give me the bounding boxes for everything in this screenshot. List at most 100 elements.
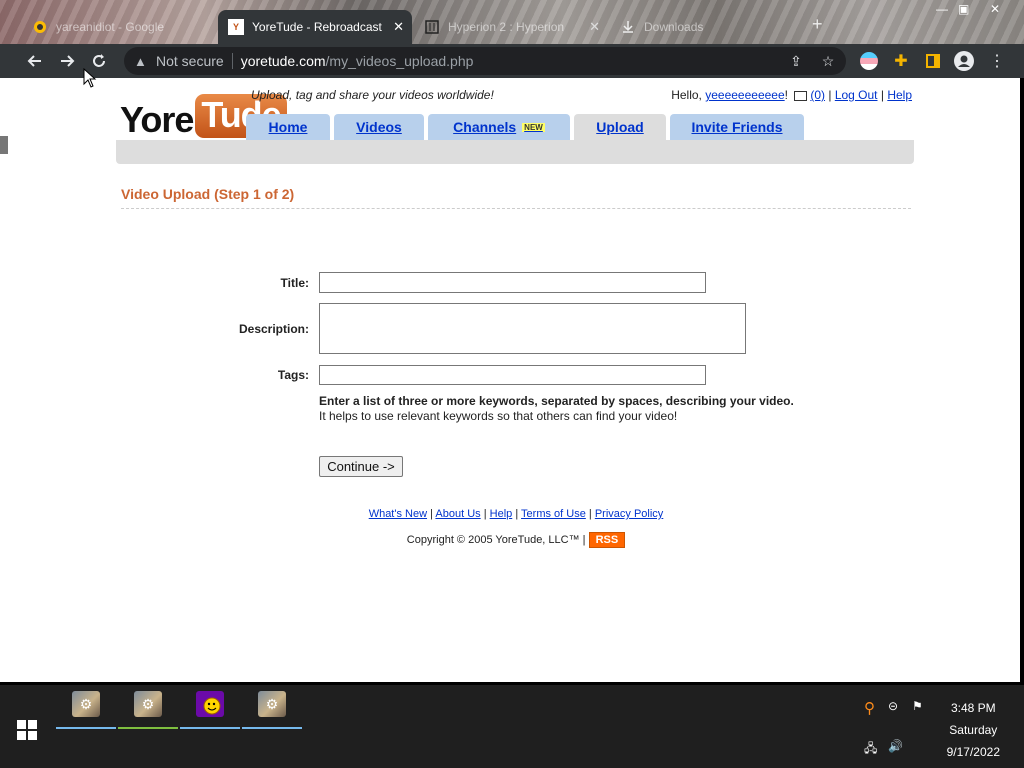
- rss-badge[interactable]: RSS: [588, 532, 626, 548]
- mouse-cursor-icon: [83, 68, 97, 88]
- help-link[interactable]: Help: [887, 88, 912, 102]
- reload-icon: [93, 54, 105, 67]
- tags-hint-normal: It helps to use relevant keywords so tha…: [319, 409, 678, 423]
- active-indicator: [118, 727, 178, 729]
- nav-tab-label: Videos: [356, 119, 402, 135]
- username-link[interactable]: yeeeeeeeeeee: [705, 88, 784, 102]
- taskbar-app-4[interactable]: ⚙: [242, 691, 302, 729]
- app-gear-image-icon: ⚙: [258, 691, 286, 717]
- tags-label: Tags:: [277, 368, 309, 382]
- nav-tab-videos[interactable]: Videos: [334, 114, 424, 140]
- description-label: Description:: [238, 322, 309, 336]
- minimize-button[interactable]: —: [936, 2, 948, 16]
- title-input[interactable]: [319, 272, 706, 293]
- tab-title: YoreTude - Rebroadcast: [252, 20, 382, 34]
- title-label: Title:: [280, 276, 309, 290]
- back-button[interactable]: [24, 50, 46, 72]
- greeting-exclaim: !: [784, 88, 788, 102]
- gutter-handle[interactable]: [0, 136, 8, 154]
- nav-tab-upload[interactable]: Upload: [574, 114, 666, 140]
- side-panel-icon[interactable]: [922, 50, 944, 72]
- site-tagline: Upload, tag and share your videos worldw…: [251, 88, 494, 102]
- clock-day: Saturday: [949, 723, 998, 737]
- footer-links: What's New | About Us | Help | Terms of …: [368, 508, 664, 520]
- nav-tab-channels[interactable]: Channels NEW: [428, 114, 570, 140]
- active-indicator: [56, 727, 116, 729]
- tab-title: Downloads: [644, 20, 704, 34]
- warning-triangle-icon: ▲: [134, 53, 147, 69]
- tags-input[interactable]: [319, 365, 706, 385]
- heading-divider: [121, 208, 911, 209]
- share-icon[interactable]: ⇪: [786, 51, 806, 71]
- google-favicon-icon: [32, 19, 48, 35]
- bookmark-star-icon[interactable]: ☆: [818, 51, 838, 71]
- forward-button[interactable]: [56, 50, 78, 72]
- address-bar[interactable]: ▲ Not secure yoretude.com/my_videos_uplo…: [124, 47, 846, 75]
- flag-notification-icon[interactable]: ⚑: [912, 699, 923, 713]
- browser-tab-strip: yareanidiot - Google Y YoreTude - Rebroa…: [0, 0, 1024, 44]
- greeting-text: Hello,: [671, 88, 702, 102]
- network-icon[interactable]: 🖧: [864, 739, 877, 760]
- envelope-icon: [794, 90, 808, 101]
- footer-link-privacy[interactable]: Privacy Policy: [595, 508, 663, 520]
- footer-copyright: Copyright © 2005 YoreTude, LLC™ | RSS: [12, 532, 1020, 548]
- active-indicator: [242, 727, 302, 729]
- browser-tab-3[interactable]: Hyperion 2 : Hyperion ✕: [414, 10, 608, 44]
- continue-button[interactable]: Continue ->: [319, 456, 403, 477]
- search-magnifier-icon[interactable]: ⚲: [864, 699, 875, 717]
- tab-title: yareanidiot - Google: [56, 20, 165, 34]
- nav-tab-invite-friends[interactable]: Invite Friends: [670, 114, 804, 140]
- tab-title: Hyperion 2 : Hyperion: [448, 20, 565, 34]
- new-tab-button[interactable]: +: [812, 14, 823, 35]
- description-textarea[interactable]: [319, 303, 746, 354]
- volume-icon[interactable]: 🔊: [888, 739, 903, 753]
- browser-menu-icon[interactable]: ⋮: [986, 50, 1008, 72]
- url-path: /my_videos_upload.php: [325, 53, 474, 69]
- yahoo-smiley-icon: [196, 691, 224, 717]
- address-divider: [231, 53, 233, 69]
- taskbar-app-3[interactable]: [180, 691, 240, 729]
- tray-status-icon[interactable]: ⊝: [888, 699, 898, 713]
- nav-tab-home[interactable]: Home: [246, 114, 330, 140]
- nav-tab-label: Channels: [453, 119, 517, 135]
- footer-link-whats-new[interactable]: What's New: [369, 508, 427, 520]
- web-page: Yore Tude Upload, tag and share your vid…: [12, 78, 1020, 682]
- extension-flag-icon[interactable]: [860, 52, 878, 70]
- close-tab-icon[interactable]: ✕: [589, 19, 600, 35]
- puzzle-extensions-icon[interactable]: ✚: [890, 50, 912, 72]
- copyright-text: Copyright © 2005 YoreTude, LLC™ |: [406, 533, 586, 546]
- tags-hint: Enter a list of three or more keywords, …: [319, 394, 794, 424]
- security-label: Not secure: [156, 53, 224, 69]
- taskbar-app-1[interactable]: ⚙: [56, 691, 116, 729]
- nav-tab-label: Upload: [596, 119, 644, 135]
- footer-link-help[interactable]: Help: [490, 508, 513, 520]
- app-gear-image-icon: ⚙: [134, 691, 162, 717]
- taskbar-clock[interactable]: 3:48 PM Saturday 9/17/2022: [947, 697, 1000, 763]
- maximize-button[interactable]: ▣: [958, 2, 969, 16]
- nav-subbar: [116, 140, 914, 164]
- close-tab-icon[interactable]: ✕: [393, 19, 404, 35]
- profile-avatar-icon[interactable]: [953, 50, 975, 72]
- clock-time: 3:48 PM: [950, 701, 996, 715]
- clock-date: 9/17/2022: [946, 745, 1000, 759]
- downloads-favicon-icon: [620, 19, 636, 35]
- hyperion-favicon-icon: [424, 19, 440, 35]
- browser-tab-1[interactable]: yareanidiot - Google: [22, 10, 218, 44]
- new-badge: NEW: [522, 122, 545, 132]
- nav-tab-label: Home: [268, 119, 308, 135]
- app-gear-image-icon: ⚙: [72, 691, 100, 717]
- inbox-count-link[interactable]: (0): [810, 88, 825, 102]
- logout-link[interactable]: Log Out: [835, 88, 878, 102]
- logo-text-left: Yore: [120, 99, 194, 140]
- browser-toolbar: ▲ Not secure yoretude.com/my_videos_uplo…: [0, 44, 1024, 78]
- user-bar: Hello, yeeeeeeeeeee! (0) | Log Out | Hel…: [671, 88, 912, 102]
- footer-link-about-us[interactable]: About Us: [435, 508, 480, 520]
- footer-link-terms[interactable]: Terms of Use: [521, 508, 586, 520]
- forward-arrow-icon: [61, 55, 75, 67]
- taskbar-app-2[interactable]: ⚙: [118, 691, 178, 729]
- close-window-button[interactable]: ✕: [990, 2, 1000, 16]
- browser-tab-4[interactable]: Downloads: [610, 10, 806, 44]
- back-arrow-icon: [27, 55, 41, 67]
- browser-tab-2[interactable]: Y YoreTude - Rebroadcast ✕: [218, 10, 412, 44]
- windows-start-icon[interactable]: [17, 720, 37, 740]
